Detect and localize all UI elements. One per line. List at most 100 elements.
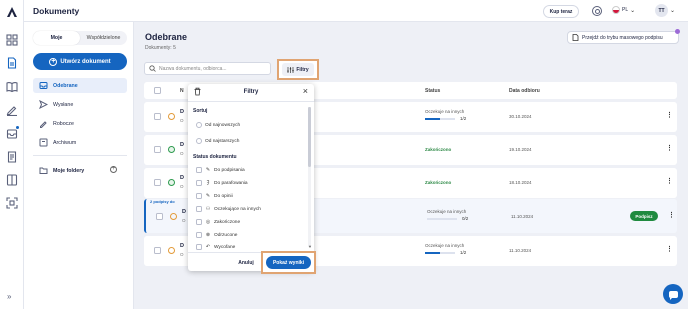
ownership-toggle: Moje Współdzielone xyxy=(33,31,127,45)
signature-count: 1/2 xyxy=(460,250,467,255)
mass-sign-button[interactable]: Przejdź do trybu masowego podpisu xyxy=(567,29,680,44)
contacts-icon[interactable] xyxy=(6,174,18,186)
row-checkbox[interactable] xyxy=(154,146,161,153)
scroll-down-arrow-icon[interactable]: ▼ xyxy=(308,244,312,249)
sidebar-item-drafts[interactable]: Robocze xyxy=(33,116,127,131)
avatar: TT xyxy=(655,4,668,17)
templates-icon[interactable] xyxy=(6,151,18,163)
column-header-date: Data odbioru xyxy=(509,88,540,94)
app-logo[interactable] xyxy=(6,6,18,18)
documents-icon[interactable] xyxy=(6,57,18,69)
status-section-label: Status dokumentu xyxy=(193,154,237,160)
user-menu[interactable]: TT ⌄ xyxy=(655,4,675,17)
sidebar-item-my-folders[interactable]: Moje foldery + xyxy=(33,163,127,178)
checkbox[interactable] xyxy=(196,193,202,199)
sidebar-item-sent[interactable]: Wysłane xyxy=(33,97,127,112)
signature-icon[interactable] xyxy=(6,104,18,116)
radio-button[interactable] xyxy=(196,138,202,144)
status-option-label: Do podpisania xyxy=(214,167,245,173)
completed-status-icon xyxy=(168,179,175,186)
checkbox[interactable] xyxy=(196,180,202,186)
status-option-to-sign[interactable]: ✎ Do podpisania xyxy=(196,167,245,173)
received-date: 19.10.2024 xyxy=(509,147,532,152)
cancel-button[interactable]: Anuluj xyxy=(234,257,258,268)
row-checkbox[interactable] xyxy=(154,247,161,254)
language-selector[interactable]: PL ⌄ xyxy=(612,6,635,14)
column-header-status: Status xyxy=(425,88,441,94)
checkbox[interactable] xyxy=(196,244,202,250)
tab-mine[interactable]: Moje xyxy=(33,31,80,45)
language-label: PL xyxy=(622,7,629,13)
status-option-to-review[interactable]: ✎ Do opinii xyxy=(196,193,233,199)
checkbox[interactable] xyxy=(196,232,202,238)
pen-square-icon: ✎ xyxy=(205,167,211,173)
status-option-rejected[interactable]: ⊗ Odrzucone xyxy=(196,232,237,238)
chat-icon xyxy=(668,290,678,300)
document-owner: O xyxy=(182,218,186,223)
dashboard-icon[interactable] xyxy=(6,34,18,46)
scrollbar-thumb[interactable] xyxy=(308,107,311,167)
sort-option-oldest[interactable]: Od najstarszych xyxy=(196,138,239,144)
scan-icon[interactable] xyxy=(6,197,18,209)
buy-now-button[interactable]: Kup teraz xyxy=(543,5,579,18)
pending-status-icon xyxy=(168,113,175,120)
row-checkbox[interactable] xyxy=(154,179,161,186)
more-options-icon[interactable]: ⋮ xyxy=(666,245,673,253)
document-count: Dokumenty: 5 xyxy=(145,45,176,51)
chat-support-button[interactable] xyxy=(663,284,683,304)
show-results-highlight-box: Pokaż wyniki xyxy=(261,251,316,274)
sort-option-newest[interactable]: Od najnowszych xyxy=(196,122,240,128)
document-owner: O xyxy=(180,252,184,257)
undo-icon: ↶ xyxy=(205,244,211,250)
book-icon[interactable] xyxy=(6,81,18,93)
expand-sidebar-icon[interactable]: » xyxy=(7,292,11,301)
help-icon[interactable] xyxy=(592,6,602,16)
status-option-label: Oczekujące na innych xyxy=(214,206,261,212)
select-all-checkbox[interactable] xyxy=(154,87,161,94)
pending-status-icon xyxy=(168,247,175,254)
sidebar: Moje Współdzielone + Utwórz dokument Ode… xyxy=(24,22,134,309)
more-options-icon[interactable]: ⋮ xyxy=(668,211,675,219)
send-icon xyxy=(33,100,53,109)
document-name: D xyxy=(180,142,184,148)
status-option-label: Wycofane xyxy=(214,244,236,250)
status-option-withdrawn[interactable]: ↶ Wycofane xyxy=(196,244,235,250)
more-options-icon[interactable]: ⋮ xyxy=(666,111,673,119)
sidebar-item-archive[interactable]: Archiwum xyxy=(33,135,127,150)
tab-shared[interactable]: Współdzielone xyxy=(80,31,127,45)
status-option-to-initial[interactable]: Ȝ Do parafowania xyxy=(196,180,248,186)
search-placeholder: Nazwa dokumentu, odbiorca... xyxy=(159,65,227,72)
poland-flag-icon xyxy=(612,6,620,14)
close-icon[interactable]: × xyxy=(303,86,308,96)
status-option-waiting[interactable]: ⚇ Oczekujące na innych xyxy=(196,206,261,212)
checkbox[interactable] xyxy=(196,219,202,225)
sidebar-item-inbox[interactable]: Odebrane xyxy=(33,78,127,93)
create-document-button[interactable]: + Utwórz dokument xyxy=(33,53,127,70)
popup-scrollbar[interactable] xyxy=(308,107,311,247)
filter-button[interactable]: Filtry xyxy=(282,63,314,76)
status-option-completed[interactable]: ◎ Zakończone xyxy=(196,219,240,225)
checkbox[interactable] xyxy=(196,206,202,212)
status-text: Oczekuje na innych xyxy=(425,243,465,248)
radio-button[interactable] xyxy=(196,122,202,128)
row-checkbox[interactable] xyxy=(154,113,161,120)
add-folder-icon[interactable]: + xyxy=(110,166,117,173)
sort-option-label: Od najstarszych xyxy=(205,138,240,144)
more-options-icon[interactable]: ⋮ xyxy=(666,144,673,152)
checkbox[interactable] xyxy=(196,167,202,173)
show-results-button[interactable]: Pokaż wyniki xyxy=(266,256,311,269)
sidebar-item-label: Moje foldery xyxy=(53,167,85,174)
check-circle-icon: ◎ xyxy=(205,219,211,225)
search-input[interactable]: Nazwa dokumentu, odbiorca... xyxy=(144,62,271,75)
initials-icon: Ȝ xyxy=(206,180,210,186)
sign-button[interactable]: Podpisz xyxy=(630,211,658,221)
create-document-label: Utwórz dokument xyxy=(60,58,111,65)
row-checkbox[interactable] xyxy=(156,213,163,220)
filter-label: Filtry xyxy=(296,66,309,73)
pencil-icon xyxy=(33,119,53,128)
more-options-icon[interactable]: ⋮ xyxy=(666,177,673,185)
received-date: 18.10.2024 xyxy=(509,180,532,185)
document-name: D xyxy=(180,109,184,115)
new-feature-dot xyxy=(675,29,680,34)
inbox-tray-icon[interactable] xyxy=(6,125,20,139)
